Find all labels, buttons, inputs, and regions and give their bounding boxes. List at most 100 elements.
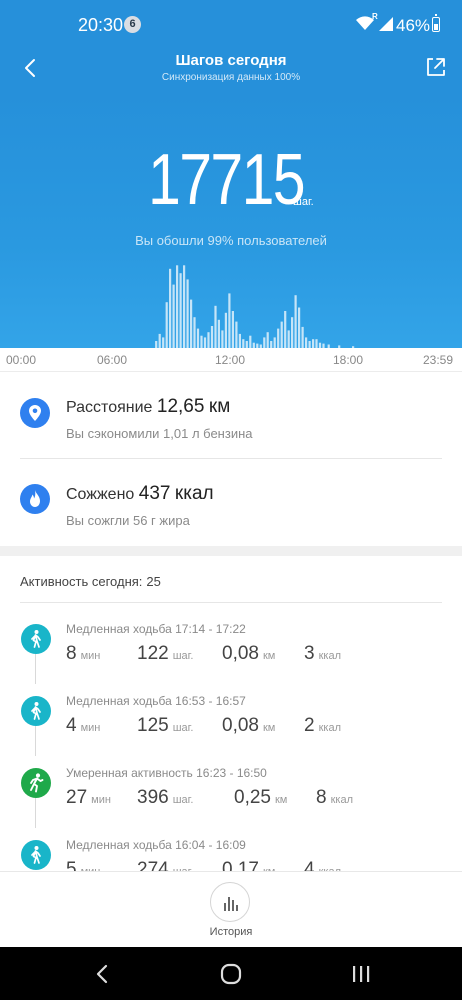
bottom-bar: История [0,871,462,947]
sync-status: Синхронизация данных 100% [161,72,301,83]
nav-back-icon[interactable] [90,961,116,987]
battery-icon [432,14,440,32]
chart-bar [193,317,196,348]
activity-kcal-value: 3 [304,643,315,664]
activity-duration-value: 27 [66,787,88,808]
chart-bar [196,328,200,348]
activity-distance-unit: км [274,794,288,806]
activity-steps: 122 шаг. [137,643,193,665]
bar-chart-icon [224,897,238,911]
chart-bar [238,333,241,348]
chart-bar [263,337,266,348]
chart-bar [172,284,175,348]
activity-title: Медленная ходьба 16:53 - 16:57 [66,694,246,708]
chart-bar [266,332,269,348]
distance-value: 12,65 [156,396,205,417]
activity-duration: 8 мин [66,643,100,665]
battery-percent: 46% [396,16,431,35]
activity-duration: 4 мин [66,715,100,737]
activity-distance-value: 0,25 [234,787,271,808]
chart-bar [298,307,301,348]
steps-count: 17715 [148,140,306,220]
history-button[interactable] [210,882,250,922]
chart-bar [235,321,238,348]
chart-bar [155,341,158,348]
chart-bar [207,332,210,348]
chart-bar [165,302,168,348]
activity-label: Активность сегодня: [20,574,143,589]
activity-kcal-value: 2 [304,715,315,736]
activity-kcal-unit: ккал [318,650,341,662]
calories-card[interactable]: Сожжено 437 ккал Вы сожгли 56 г жира [0,459,462,545]
fat-burned-text: Вы сожгли 56 г жира [66,513,190,528]
chart-bar [270,341,273,348]
activity-steps-value: 122 [137,643,169,664]
activity-distance-value: 0,08 [222,643,259,664]
activity-list-item[interactable]: Умеренная активность 16:23 - 16:50 27 мин 3… [0,760,462,832]
activity-distance-unit: км [262,722,276,734]
fuel-saved-text: Вы сэкономили 1,01 л бензина [66,426,253,441]
activity-distance-unit: км [262,650,276,662]
x-tick-label: 12:00 [215,353,246,367]
steps-counter: 17715 шаг. [148,144,338,216]
chart-bar [291,317,294,348]
distance-card[interactable]: Расстояние 12,65 км Вы сэкономили 1,01 л… [0,372,462,458]
steps-summary-panel: 17715 шаг. Вы обошли 99% пользователей [0,92,462,348]
activity-kcal: 8 ккал [316,787,353,809]
chart-bar [158,333,161,348]
app-header: Шагов сегодня Синхронизация данных 100% [0,44,462,92]
chart-bar [162,337,165,348]
status-time: 20:30 [78,15,124,35]
chart-bar [200,335,203,348]
chart-bar [301,326,304,348]
activity-distance: 0,08 км [222,643,275,665]
chart-bar [224,312,227,348]
activity-steps-unit: шаг. [172,794,194,806]
brisk-walking-icon [21,768,51,798]
chart-bar [214,305,217,348]
share-icon[interactable] [423,54,449,80]
activity-duration-value: 8 [66,643,77,664]
x-tick-label: 06:00 [97,353,128,367]
activity-list-item[interactable]: Медленная ходьба 16:53 - 16:57 4 мин 125 шаг… [0,688,462,760]
x-tick-label: 00:00 [6,353,37,367]
chart-bar [203,337,207,348]
x-tick-label: 23:59 [423,353,454,367]
flame-icon [20,484,50,514]
status-bar: 20:30 6 R 46% [0,0,462,44]
walking-icon [21,696,51,726]
chart-bar [273,337,276,348]
activity-kcal-unit: ккал [318,722,341,734]
walking-icon [21,840,51,870]
steps-unit: шаг. [293,196,314,208]
activity-duration-unit: мин [91,794,111,806]
cell-signal-icon [379,17,393,31]
chart-bar [277,328,280,348]
activity-steps-unit: шаг. [172,650,194,662]
chart-bar [210,326,214,348]
activity-steps: 125 шаг. [137,715,193,737]
activity-steps-unit: шаг. [172,722,194,734]
section-separator [0,546,462,556]
chart-bar [179,273,182,348]
wifi-badge: R [372,12,378,21]
distance-unit: км [208,396,231,417]
notification-count-badge: 6 [124,16,141,33]
calories-value: 437 [138,483,171,504]
walking-icon [21,624,51,654]
calories-unit: ккал [174,483,214,504]
chart-bar [280,321,283,348]
activity-list-item[interactable]: Медленная ходьба 17:14 - 17:22 8 мин 122 шаг… [0,616,462,688]
chart-bar [176,265,179,348]
nav-home-icon[interactable] [218,961,244,987]
activity-title: Умеренная активность 16:23 - 16:50 [66,766,267,780]
activity-steps-value: 125 [137,715,169,736]
chart-bar [186,279,189,348]
activity-title: Медленная ходьба 16:04 - 16:09 [66,838,246,852]
chart-bar [249,335,252,348]
activity-distance: 0,25 км [234,787,287,809]
activity-kcal-value: 8 [316,787,327,808]
activity-count: 25 [146,574,161,589]
activity-kcal: 2 ккал [304,715,341,737]
nav-recents-icon[interactable] [348,961,374,987]
